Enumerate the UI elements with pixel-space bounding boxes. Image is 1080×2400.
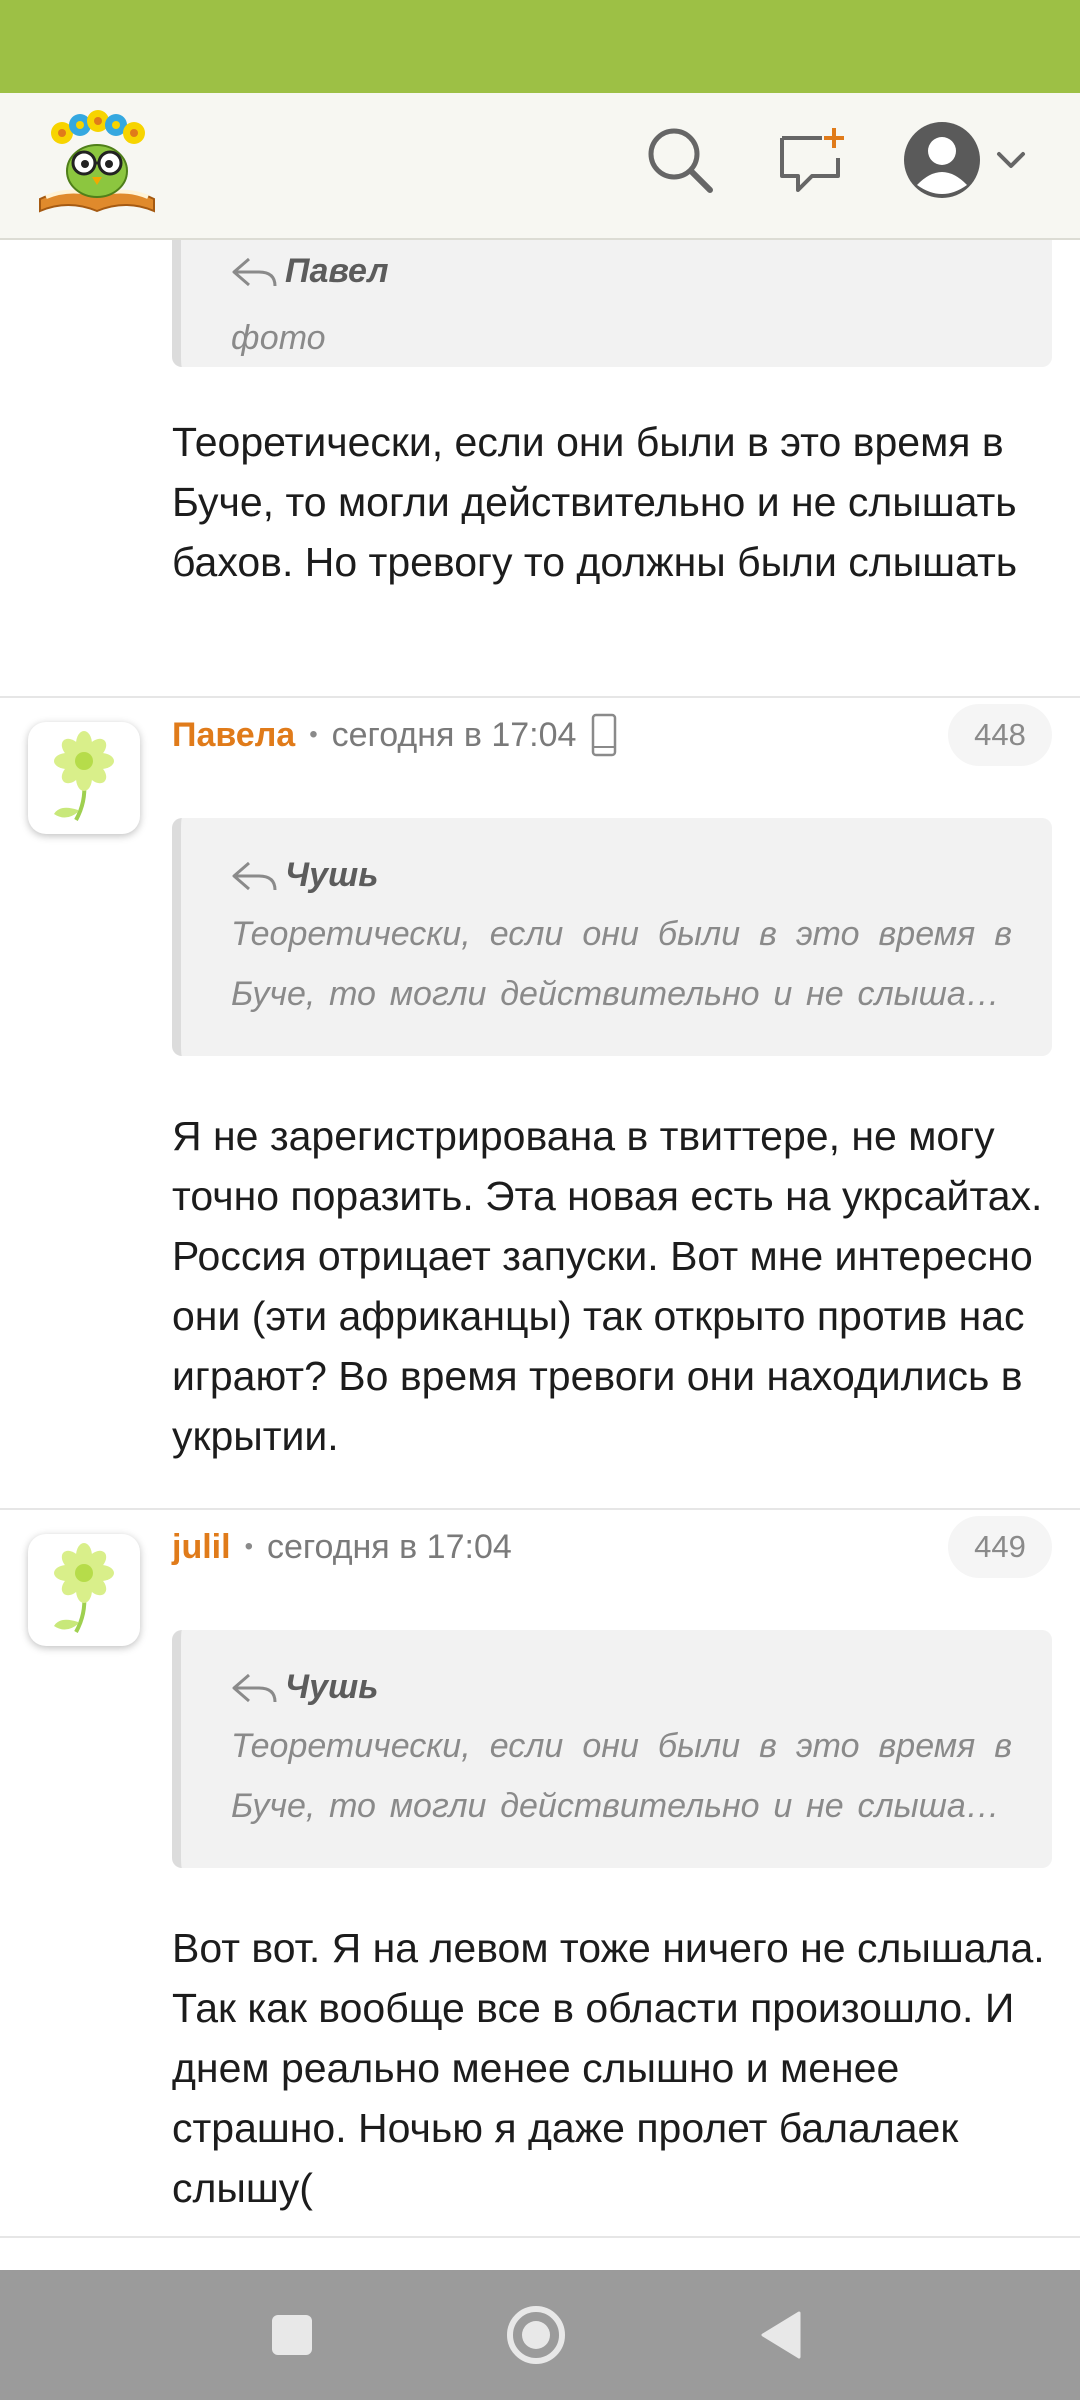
quote-block[interactable]: Павел фото	[172, 240, 1052, 367]
comments-feed: Павел фото Теоретически, если они были в…	[0, 240, 1080, 2270]
back-button[interactable]	[740, 2295, 820, 2375]
owl-on-book-logo	[39, 110, 155, 213]
comment-text: Теоретически, если они были в это время …	[172, 419, 1018, 585]
author-name[interactable]: julil	[172, 1528, 231, 1567]
quote-author: Чушь	[231, 1668, 378, 1707]
flower-icon	[54, 1543, 114, 1633]
quote-text: фото	[231, 319, 326, 357]
search-button[interactable]	[640, 120, 720, 200]
separator-dot: •	[309, 721, 318, 748]
quote-text: Теоретически, если они были в это время …	[231, 1727, 1012, 1825]
comment-text: Я не зарегистрирована в твиттере, не мог…	[172, 1113, 1043, 1459]
home-button[interactable]	[496, 2295, 576, 2375]
quote-author: Павел	[231, 252, 389, 291]
system-nav-bar	[0, 2270, 1080, 2400]
quote-author: Чушь	[231, 856, 378, 895]
divider	[0, 696, 1080, 698]
status-bar	[0, 0, 1080, 93]
comment-number-badge[interactable]: 448	[948, 704, 1052, 766]
new-message-button[interactable]	[772, 120, 852, 200]
flower-icon	[54, 731, 114, 821]
separator-dot: •	[244, 1533, 253, 1560]
user-avatar-icon	[904, 122, 980, 198]
quote-block[interactable]: Чушь Теоретически, если они были в это в…	[172, 1630, 1052, 1868]
reply-arrow-icon	[232, 257, 277, 286]
profile-menu-button[interactable]	[896, 120, 1036, 200]
divider	[0, 1508, 1080, 1510]
chevron-down-icon	[997, 152, 1025, 168]
comment-meta: Павела • сегодня в 17:04	[172, 710, 618, 760]
search-icon	[648, 128, 713, 193]
reply-arrow-icon	[232, 1673, 277, 1702]
comment-meta: julil • сегодня в 17:04	[172, 1522, 512, 1572]
square-icon	[272, 2315, 312, 2355]
app-header	[0, 93, 1080, 240]
site-logo[interactable]	[34, 107, 160, 217]
recent-apps-button[interactable]	[252, 2295, 332, 2375]
avatar[interactable]	[28, 722, 140, 834]
comment-time: сегодня в 17:04	[331, 715, 577, 754]
circle-icon	[507, 2306, 565, 2364]
author-name[interactable]: Павела	[172, 716, 295, 755]
comment-time: сегодня в 17:04	[266, 1527, 512, 1566]
mobile-phone-icon	[592, 713, 617, 757]
comment-number-badge[interactable]: 449	[948, 1516, 1052, 1578]
comment-text: Вот вот. Я на левом тоже ничего не слыша…	[172, 1925, 1045, 2211]
quote-text: Теоретически, если они были в это время …	[231, 915, 1012, 1013]
new-message-icon	[780, 128, 844, 192]
back-triangle-icon	[761, 2311, 801, 2359]
reply-arrow-icon	[232, 861, 277, 890]
quote-block[interactable]: Чушь Теоретически, если они были в это в…	[172, 818, 1052, 1056]
avatar[interactable]	[28, 1534, 140, 1646]
divider	[0, 2236, 1080, 2238]
